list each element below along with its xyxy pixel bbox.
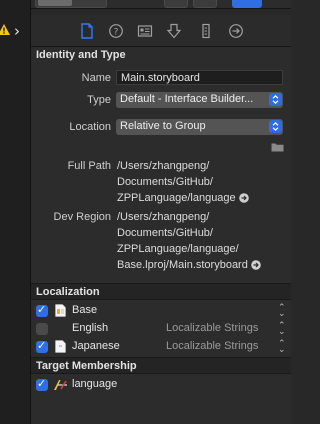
popup-arrows-icon <box>269 93 282 106</box>
localization-popup-arrows-icon[interactable]: ⌃ ⌄ <box>278 340 288 355</box>
target-label: language <box>72 378 118 390</box>
full-path-line: ZPPLanguage/language <box>117 190 249 206</box>
inspector-tab-bar: ? <box>31 15 291 47</box>
editor-mode-segment[interactable] <box>35 0 107 8</box>
location-popup[interactable]: Relative to Group <box>116 119 283 135</box>
target-membership-header: Target Membership <box>31 357 291 374</box>
checkmark-icon: ✓ <box>37 339 47 352</box>
checkmark-icon: ✓ <box>37 377 47 390</box>
name-field[interactable]: Main.storyboard <box>116 70 283 85</box>
navigator-edge: › <box>0 0 31 424</box>
connections-inspector-icon[interactable] <box>228 23 244 39</box>
location-label: Location <box>69 121 111 133</box>
dev-region-line: Documents/GitHub/ <box>117 227 213 239</box>
localization-popup-arrows-icon[interactable]: ⌃ ⌄ <box>278 322 288 337</box>
folder-icon[interactable] <box>271 142 284 152</box>
localization-type: Localizable Strings <box>166 340 259 352</box>
inspector-window: › ? Identity and Type Name Main.storyboa… <box>0 0 291 424</box>
language-target-checkbox[interactable]: ✓ <box>36 377 48 391</box>
type-label: Type <box>87 94 111 106</box>
english-checkbox[interactable] <box>36 323 48 335</box>
location-popup-value: Relative to Group <box>120 120 206 132</box>
debug-toggle-button[interactable] <box>193 0 217 8</box>
target-row-language: ✓ language <box>31 376 291 394</box>
localization-label: Base <box>72 304 98 316</box>
file-inspector-panel: Identity and Type Name Main.storyboard T… <box>31 47 291 424</box>
warning-icon[interactable] <box>0 24 10 36</box>
dev-region-text: Base.lproj/Main.storyboard <box>117 259 248 271</box>
full-path-text: ZPPLanguage/language <box>117 192 236 204</box>
dev-region-line: /Users/zhangpeng/ <box>117 211 210 223</box>
checkmark-icon: ✓ <box>37 303 47 316</box>
toolbar <box>31 0 291 9</box>
help-icon[interactable]: ? <box>108 23 124 39</box>
chevron-right-icon[interactable]: › <box>14 22 20 40</box>
type-popup[interactable]: Default - Interface Builder... <box>116 92 283 108</box>
popup-arrows-icon <box>269 120 282 133</box>
navigator-toggle-button[interactable] <box>164 0 188 8</box>
full-path-line: Documents/GitHub/ <box>117 176 213 188</box>
identity-type-header: Identity and Type <box>36 49 126 61</box>
full-path-label: Full Path <box>67 160 111 172</box>
type-popup-value: Default - Interface Builder... <box>120 93 254 105</box>
localization-row-japanese: ✓ " Japanese Localizable Strings ⌃ ⌄ <box>31 338 291 356</box>
localization-row-base: ✓ Base ⌃ ⌄ <box>31 302 291 320</box>
base-checkbox[interactable]: ✓ <box>36 303 48 317</box>
identity-inspector-icon[interactable] <box>137 23 153 39</box>
dev-region-label: Dev Region <box>53 211 111 223</box>
storyboard-file-icon <box>55 304 66 317</box>
japanese-checkbox[interactable]: ✓ <box>36 339 48 353</box>
attributes-inspector-icon[interactable] <box>166 23 182 39</box>
name-label: Name <box>81 72 111 84</box>
reveal-in-finder-icon[interactable] <box>238 193 249 203</box>
svg-text:?: ? <box>114 28 119 38</box>
full-path-line: /Users/zhangpeng/ <box>117 160 210 172</box>
app-target-icon <box>54 380 67 390</box>
localization-popup-arrows-icon[interactable]: ⌃ ⌄ <box>278 304 288 319</box>
file-inspector-icon[interactable] <box>79 23 95 39</box>
strings-file-icon: " <box>55 340 66 353</box>
localization-type: Localizable Strings <box>166 322 259 334</box>
size-inspector-icon[interactable] <box>198 23 214 39</box>
localization-label: Japanese <box>72 340 120 352</box>
dev-region-line: Base.lproj/Main.storyboard <box>117 257 261 273</box>
dev-region-line: ZPPLanguage/language/ <box>117 243 239 255</box>
svg-text:": " <box>59 344 62 352</box>
localization-header: Localization <box>31 283 291 300</box>
reveal-in-finder-icon[interactable] <box>251 260 261 270</box>
inspector-toggle-button[interactable] <box>232 0 262 8</box>
localization-row-english: English Localizable Strings ⌃ ⌄ <box>31 320 291 338</box>
localization-label: English <box>72 322 109 334</box>
standard-editor-button[interactable] <box>38 0 72 6</box>
